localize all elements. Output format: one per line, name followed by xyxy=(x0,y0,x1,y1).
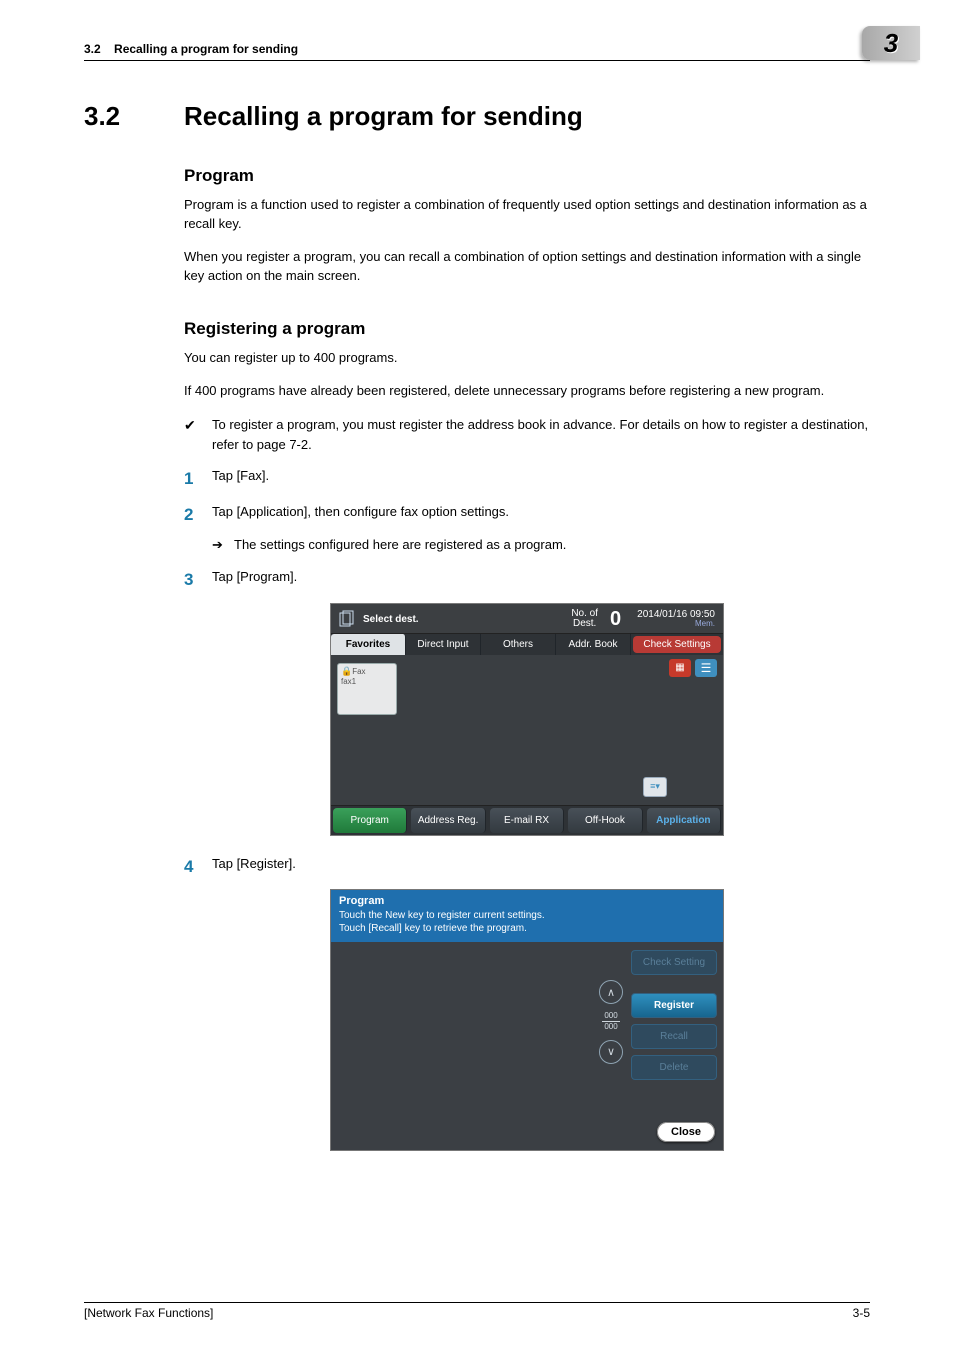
step-2-text: Tap [Application], then configure fax op… xyxy=(212,502,509,528)
step-1-number: 1 xyxy=(184,466,212,492)
off-hook-button[interactable]: Off-Hook xyxy=(568,808,642,833)
tab-others[interactable]: Others xyxy=(481,634,556,655)
running-header-section: 3.2 Recalling a program for sending xyxy=(84,42,298,56)
para-register-2: If 400 programs have already been regist… xyxy=(184,382,870,401)
step-2-subtext: The settings configured here are registe… xyxy=(234,537,566,553)
counter-bottom: 000 xyxy=(602,1023,620,1031)
heading-program: Program xyxy=(184,166,870,186)
recall-button[interactable]: Recall xyxy=(631,1024,717,1049)
tab-direct-input[interactable]: Direct Input xyxy=(406,634,481,655)
footer-left: [Network Fax Functions] xyxy=(84,1306,213,1320)
checkmark-icon xyxy=(184,415,212,454)
section-title: Recalling a program for sending xyxy=(184,101,583,132)
step-3-text: Tap [Program]. xyxy=(212,567,297,593)
tab-addr-book[interactable]: Addr. Book xyxy=(556,634,631,655)
running-header-rule xyxy=(84,60,870,61)
lock-icon: 🔒 xyxy=(341,666,352,676)
running-header: 3.2 Recalling a program for sending 3 xyxy=(84,40,870,65)
tab-favorites[interactable]: Favorites xyxy=(331,634,406,655)
para-program-1: Program is a function used to register a… xyxy=(184,196,870,234)
chapter-tab: 3 xyxy=(862,26,920,60)
no-of-dest-label: No. of Dest. xyxy=(571,608,598,630)
sort-dropdown-icon[interactable]: ≡▾ xyxy=(643,777,667,797)
fax-tile-name: fax1 xyxy=(341,677,356,686)
note-register-addressbook: To register a program, you must register… xyxy=(212,415,870,454)
close-button[interactable]: Close xyxy=(657,1122,715,1142)
document-stack-icon xyxy=(339,610,355,628)
fax-tile-type: Fax xyxy=(352,667,365,676)
para-program-2: When you register a program, you can rec… xyxy=(184,248,870,286)
section-number: 3.2 xyxy=(84,101,184,132)
scroll-down-icon[interactable]: ∨ xyxy=(599,1040,623,1064)
step-1-text: Tap [Fax]. xyxy=(212,466,269,492)
screenshot-select-dest: Select dest. No. of Dest. 0 2014/01/16 0… xyxy=(330,603,724,836)
email-rx-button[interactable]: E-mail RX xyxy=(490,808,564,833)
footer-right: 3-5 xyxy=(853,1306,870,1320)
program-dialog-line1: Touch the New key to register current se… xyxy=(339,909,715,923)
delete-button[interactable]: Delete xyxy=(631,1055,717,1080)
step-3-number: 3 xyxy=(184,567,212,593)
check-setting-button[interactable]: Check Setting xyxy=(631,950,717,975)
no-of-dest-value: 0 xyxy=(610,608,621,631)
heading-registering: Registering a program xyxy=(184,319,870,339)
screenshot-program-dialog: Program Touch the New key to register cu… xyxy=(330,889,724,1151)
list-view-icon[interactable]: ☰ xyxy=(695,659,717,677)
program-dialog-line2: Touch [Recall] key to retrieve the progr… xyxy=(339,922,715,936)
para-register-1: You can register up to 400 programs. xyxy=(184,349,870,368)
step-4-number: 4 xyxy=(184,854,212,880)
counter-top: 000 xyxy=(602,1012,620,1020)
address-reg-button[interactable]: Address Reg. xyxy=(411,808,485,833)
arrow-icon: ➔ xyxy=(212,537,234,553)
step-2-number: 2 xyxy=(184,502,212,528)
scroll-up-icon[interactable]: ∧ xyxy=(599,980,623,1004)
program-button[interactable]: Program xyxy=(333,808,407,833)
memory-indicator: Mem. xyxy=(637,620,715,629)
application-button[interactable]: Application xyxy=(647,808,721,833)
check-settings-button[interactable]: Check Settings xyxy=(633,636,721,653)
fax-destination-tile[interactable]: 🔒Fax fax1 xyxy=(337,663,397,715)
step-4-text: Tap [Register]. xyxy=(212,854,296,880)
select-dest-label: Select dest. xyxy=(363,614,419,625)
register-button[interactable]: Register xyxy=(631,993,717,1018)
program-dialog-title: Program xyxy=(339,894,715,909)
grid-view-icon[interactable]: ▦ xyxy=(669,659,691,677)
